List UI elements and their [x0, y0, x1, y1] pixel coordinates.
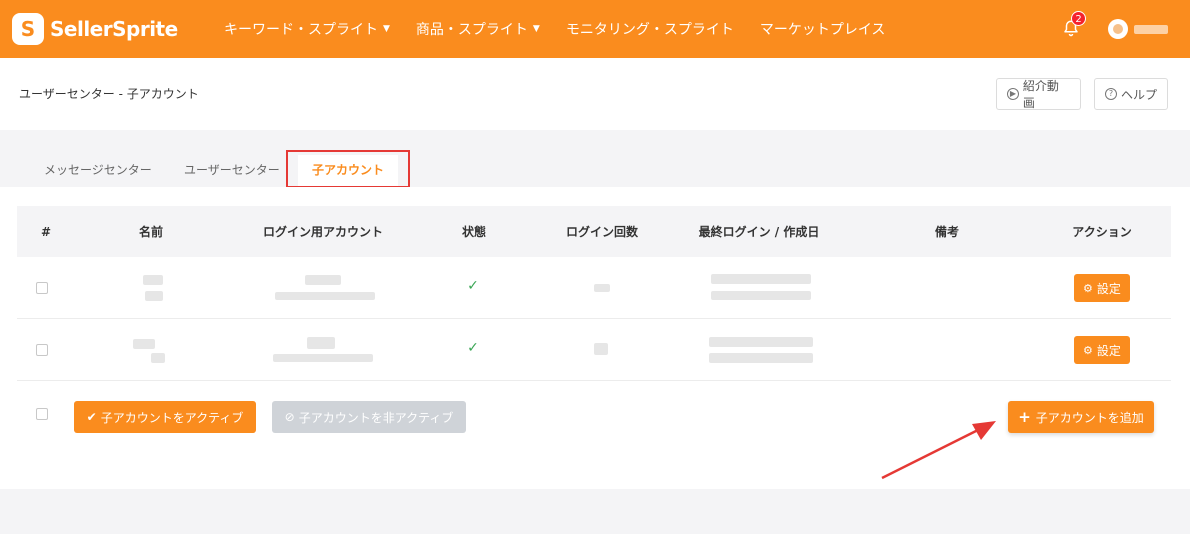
- sub-account-table: # 名前 ログイン用アカウント 状態 ログイン回数 最終ログイン / 作成日 備…: [17, 206, 1171, 381]
- chevron-down-icon: ▼: [532, 24, 540, 34]
- col-action: アクション: [1072, 225, 1132, 239]
- table-header: # 名前 ログイン用アカウント 状態 ログイン回数 最終ログイン / 作成日 備…: [17, 206, 1171, 257]
- play-icon: ▶: [1007, 88, 1019, 100]
- nav-item-label: キーワード・スプライト: [224, 22, 378, 38]
- name-blurred: [143, 275, 163, 285]
- highlight-box: [286, 150, 410, 188]
- deactivate-subaccount-button[interactable]: ⊘ 子アカウントを非アクティブ: [272, 401, 466, 433]
- gear-icon: ⚙: [1083, 281, 1093, 295]
- table-row: ✓ ⚙ 設定: [17, 319, 1171, 381]
- settings-label: 設定: [1096, 343, 1121, 358]
- page-header: ユーザーセンター - 子アカウント ▶ 紹介動画 ? ヘルプ: [0, 58, 1190, 130]
- col-last-login: 最終ログイン / 作成日: [698, 225, 820, 239]
- ban-icon: ⊘: [284, 410, 295, 424]
- col-index: #: [41, 224, 52, 239]
- add-label: 子アカウントを追加: [1035, 410, 1144, 425]
- account-blurred: [305, 275, 341, 285]
- nav-item-keyword-sprite[interactable]: キーワード・スプライト ▼: [224, 19, 390, 39]
- username-blurred[interactable]: [1134, 24, 1168, 34]
- nav-item-label: モニタリング・スプライト: [565, 22, 734, 38]
- last-login-blurred: [709, 337, 813, 347]
- notification-badge: 2: [1071, 11, 1086, 26]
- nav-item-marketplace[interactable]: マーケットプレイス: [760, 19, 886, 39]
- chevron-down-icon: ▼: [383, 24, 390, 34]
- col-name: 名前: [138, 225, 163, 239]
- login-count-blurred: [594, 343, 608, 355]
- content-panel: # 名前 ログイン用アカウント 状態 ログイン回数 最終ログイン / 作成日 備…: [0, 187, 1190, 489]
- tab-user-center[interactable]: ユーザーセンター: [184, 161, 280, 178]
- help-label: ヘルプ: [1121, 87, 1158, 102]
- created-date-blurred: [711, 291, 811, 300]
- plus-icon: +: [1018, 408, 1031, 426]
- brand-name: SellerSprite: [50, 17, 178, 41]
- avatar[interactable]: [1108, 19, 1128, 39]
- settings-button[interactable]: ⚙ 設定: [1074, 336, 1130, 364]
- account-blurred: [275, 292, 375, 300]
- nav-item-monitoring-sprite[interactable]: モニタリング・スプライト: [566, 19, 734, 39]
- created-date-blurred: [709, 353, 813, 363]
- activate-subaccount-button[interactable]: ✔ 子アカウントをアクティブ: [74, 401, 256, 433]
- help-button[interactable]: ? ヘルプ: [1094, 78, 1168, 110]
- intro-video-label: 紹介動画: [1022, 79, 1059, 110]
- select-all-checkbox[interactable]: [36, 408, 48, 420]
- notification-bell[interactable]: 2: [1062, 11, 1086, 39]
- nav-item-product-sprite[interactable]: 商品・スプライト ▼: [416, 19, 540, 39]
- help-icon: ?: [1105, 88, 1117, 100]
- row-checkbox[interactable]: [36, 282, 48, 294]
- breadcrumb: ユーザーセンター - 子アカウント: [19, 87, 199, 101]
- main-nav: キーワード・スプライト ▼ 商品・スプライト ▼ モニタリング・スプライト マー…: [224, 19, 911, 39]
- name-blurred: [145, 291, 163, 301]
- col-login-count: ログイン回数: [565, 225, 638, 239]
- brand-logo[interactable]: S SellerSprite: [12, 13, 212, 45]
- name-blurred: [133, 339, 155, 349]
- account-blurred: [307, 337, 335, 349]
- col-status: 状態: [461, 225, 486, 239]
- last-login-blurred: [711, 274, 811, 284]
- gear-icon: ⚙: [1083, 343, 1093, 357]
- user-icon: [1113, 24, 1123, 34]
- col-notes: 備考: [934, 225, 959, 239]
- status-check-icon: ✓: [467, 340, 479, 356]
- row-checkbox[interactable]: [36, 344, 48, 356]
- logo-icon: S: [12, 13, 44, 45]
- nav-item-label: マーケットプレイス: [759, 22, 886, 38]
- col-login-account: ログイン用アカウント: [262, 225, 383, 239]
- check-icon: ✔: [86, 410, 97, 424]
- settings-label: 設定: [1096, 281, 1121, 296]
- add-subaccount-button[interactable]: + 子アカウントを追加: [1008, 401, 1154, 433]
- nav-item-label: 商品・スプライト: [415, 22, 528, 38]
- settings-button[interactable]: ⚙ 設定: [1074, 274, 1130, 302]
- name-blurred: [151, 353, 165, 363]
- activate-label: 子アカウントをアクティブ: [100, 410, 244, 425]
- table-row: ✓ ⚙ 設定: [17, 257, 1171, 319]
- top-navbar: S SellerSprite キーワード・スプライト ▼ 商品・スプライト ▼ …: [0, 0, 1190, 58]
- tab-message-center[interactable]: メッセージセンター: [44, 161, 152, 178]
- deactivate-label: 子アカウントを非アクティブ: [298, 410, 454, 425]
- intro-video-button[interactable]: ▶ 紹介動画: [996, 78, 1081, 110]
- status-check-icon: ✓: [467, 278, 479, 294]
- account-blurred: [273, 354, 373, 362]
- tab-bar: メッセージセンター ユーザーセンター: [0, 130, 1190, 187]
- login-count-blurred: [594, 284, 610, 292]
